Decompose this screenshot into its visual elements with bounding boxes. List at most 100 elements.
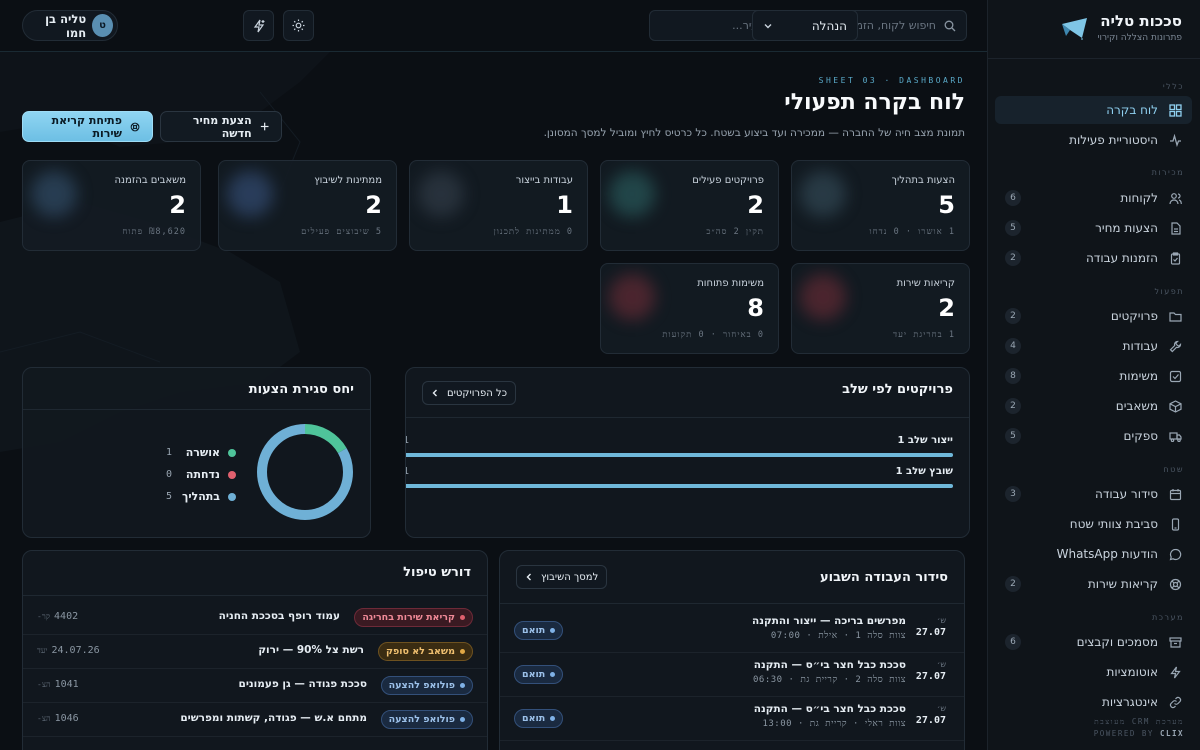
panel-divider [406, 417, 969, 418]
schedule-title: סככת כבל חצר בי״ס — התקנה [753, 703, 906, 715]
new-quote-button[interactable]: הצעת מחיר חדשה [160, 111, 282, 142]
sidebar-item-label: עבודות [1122, 339, 1158, 353]
sidebar-divider [988, 58, 1200, 59]
schedule-date: 27.07 [915, 715, 946, 726]
sidebar-item-work-orders[interactable]: הזמנות עבודה 2 [995, 244, 1192, 272]
schedule-day: ש׳ [937, 616, 946, 625]
activity-icon [1168, 133, 1182, 147]
stat-value: 8 [747, 294, 764, 322]
stage-row[interactable]: ייצור שלב 1 1 [406, 435, 953, 459]
sidebar-item-activity-history[interactable]: היסטוריית פעילות [995, 126, 1192, 154]
quick-actions-button[interactable] [243, 10, 274, 41]
link-icon [1168, 695, 1182, 709]
stat-card-pending-assignment[interactable]: ממתינות לשיבוץ 2 5 שיבוצים פעילים [218, 160, 397, 251]
chat-icon [1168, 547, 1182, 561]
sidebar-item-resources[interactable]: משאבים 2 [995, 392, 1192, 420]
box-icon [1168, 399, 1182, 413]
stat-meta: 5 שיבוצים פעילים [301, 227, 382, 237]
topbar: הנהלה ט טליה בן חמו [0, 0, 987, 52]
schedule-row[interactable]: ש׳ 27.07 סככת כבל חצר בי״ס — התקנה צוות … [500, 697, 964, 741]
projects-by-stage-panel: פרויקטים לפי שלב כל הפרויקטים ייצור שלב … [405, 367, 970, 538]
shade-sail-logo-icon [1061, 17, 1087, 40]
lifebuoy-icon [1168, 577, 1182, 591]
sidebar-item-tasks[interactable]: משימות 8 [995, 362, 1192, 390]
to-assignment-screen-label: למסך השיבוץ [541, 571, 599, 583]
sidebar-item-suppliers[interactable]: ספקים 5 [995, 422, 1192, 450]
ref-value: 1046 [54, 713, 79, 724]
all-projects-button[interactable]: כל הפרויקטים [422, 381, 516, 405]
status-dot [550, 628, 556, 633]
stage-progress-track [406, 453, 953, 457]
stat-card-service-calls[interactable]: קריאות שירות 2 1 בחריגת יעד [791, 263, 970, 354]
attention-tag: פולואפ להצעה [380, 676, 473, 695]
phone-icon [1168, 517, 1182, 531]
stage-count: 1 [406, 435, 409, 446]
stage-progress-fill [406, 453, 953, 457]
schedule-row[interactable]: ש׳ 27.07 סככת כבל חצר בי״ס — התקנה צוות … [500, 653, 964, 697]
attention-ref: 1046הצ- [37, 713, 79, 724]
nav-count-badge: 3 [1005, 486, 1021, 502]
ref-value: 24.07.26 [51, 645, 100, 656]
sidebar-item-jobs[interactable]: עבודות 4 [995, 332, 1192, 360]
ref-label: הצ- [37, 680, 51, 689]
attention-text: עמוד רופף בסככת החניה [218, 610, 340, 622]
stat-value: 1 [556, 191, 573, 219]
stat-card-quotes-in-progress[interactable]: הצעות בתהליך 5 1 אושרו · 0 נדחו [791, 160, 970, 251]
role-select[interactable]: הנהלה [752, 10, 858, 41]
schedule-row[interactable]: ש׳ 27.07 מפרשים בריכה — ייצור והתקנה צוו… [500, 609, 964, 653]
sidebar-item-dashboard[interactable]: לוח בקרה [995, 96, 1192, 124]
attention-row[interactable]: פולואפ להצעה מתחם א.ש — פגודה, קשתות ומפ… [23, 703, 487, 737]
stage-progress-track [406, 484, 953, 488]
tag-dot [460, 615, 465, 620]
sidebar-item-quotes[interactable]: הצעות מחיר 5 [995, 214, 1192, 242]
schedule-title: סככת כבל חצר בי״ס — התקנה [753, 659, 906, 671]
section-label-system: מערכת [1152, 613, 1184, 622]
status-badge: תואם [514, 709, 564, 728]
open-service-call-button[interactable]: פתיחת קריאת שירות [22, 111, 153, 142]
user-menu[interactable]: ט טליה בן חמו [22, 10, 118, 41]
status-badge: תואם [514, 621, 564, 640]
status-label: תואם [522, 669, 546, 680]
sidebar-item-projects[interactable]: פרויקטים 2 [995, 302, 1192, 330]
sidebar-item-integrations[interactable]: אינטגרציות [995, 688, 1192, 716]
page-eyebrow: SHEET 03 · DASHBOARD [818, 76, 965, 85]
legend-item-approved: אושרה 1 [166, 446, 236, 459]
stat-value: 2 [365, 191, 382, 219]
stat-card-resources-on-order[interactable]: משאבים בהזמנה 2 ₪8,620 פתוח [22, 160, 201, 251]
attention-row[interactable]: פולואפ להצעה סככת פגודה — גן פעמונים 104… [23, 669, 487, 703]
clipboard-icon [1168, 251, 1182, 265]
brand[interactable]: סככות טליה פתרונות הצללה וקירוי [1060, 12, 1182, 43]
sidebar-item-documents[interactable]: מסמכים וקבצים 6 [995, 628, 1192, 656]
sidebar-item-label: קריאות שירות [1087, 577, 1158, 591]
stage-row[interactable]: שובץ שלב 1 1 [406, 466, 953, 490]
search-icon [944, 20, 956, 31]
panel-divider [23, 595, 487, 596]
page-title: לוח בקרה תפעולי [784, 90, 965, 115]
stat-label: פרויקטים פעילים [692, 175, 764, 186]
sidebar-item-label: משאבים [1115, 399, 1158, 413]
quick-bolt-icon [253, 19, 264, 32]
sidebar-item-label: היסטוריית פעילות [1069, 133, 1158, 147]
stat-glow [609, 274, 655, 320]
stat-card-open-tasks[interactable]: משימות פתוחות 8 0 באיחור · 0 תקועות [600, 263, 779, 354]
sidebar-item-service-calls[interactable]: קריאות שירות 2 [995, 570, 1192, 598]
attention-row[interactable]: קריאת שירות בחריגה עמוד רופף בסככת החניה… [23, 601, 487, 635]
attention-row[interactable]: משאב לא סופק רשת צל 90% — ירוק 24.07.26י… [23, 635, 487, 669]
brand-title: סככות טליה [1100, 12, 1182, 30]
nav-count-badge: 5 [1005, 220, 1021, 236]
to-assignment-screen-button[interactable]: למסך השיבוץ [516, 565, 608, 589]
stat-card-active-projects[interactable]: פרויקטים פעילים 2 תקין 2 סה״כ [600, 160, 779, 251]
theme-toggle-button[interactable] [283, 10, 314, 41]
open-service-call-label: פתיחת קריאת שירות [51, 113, 122, 140]
sidebar-item-label: לוח בקרה [1106, 103, 1158, 117]
sidebar-item-work-schedule[interactable]: סידור עבודה 3 [995, 480, 1192, 508]
sidebar-item-whatsapp[interactable]: הודעות WhatsApp [995, 540, 1192, 568]
sidebar-item-field-teams[interactable]: סביבת צוותי שטח [995, 510, 1192, 538]
sidebar-item-label: אינטגרציות [1102, 695, 1158, 709]
stat-label: עבודות בייצור [515, 175, 573, 186]
sidebar-item-automations[interactable]: אוטומציות [995, 658, 1192, 686]
stat-meta: 1 בחריגת יעד [892, 330, 955, 340]
sidebar-item-customers[interactable]: לקוחות 6 [995, 184, 1192, 212]
sidebar: סככות טליה פתרונות הצללה וקירוי כללי לוח… [987, 0, 1200, 750]
stat-card-jobs-in-production[interactable]: עבודות בייצור 1 0 ממתינות לתכנון [409, 160, 588, 251]
